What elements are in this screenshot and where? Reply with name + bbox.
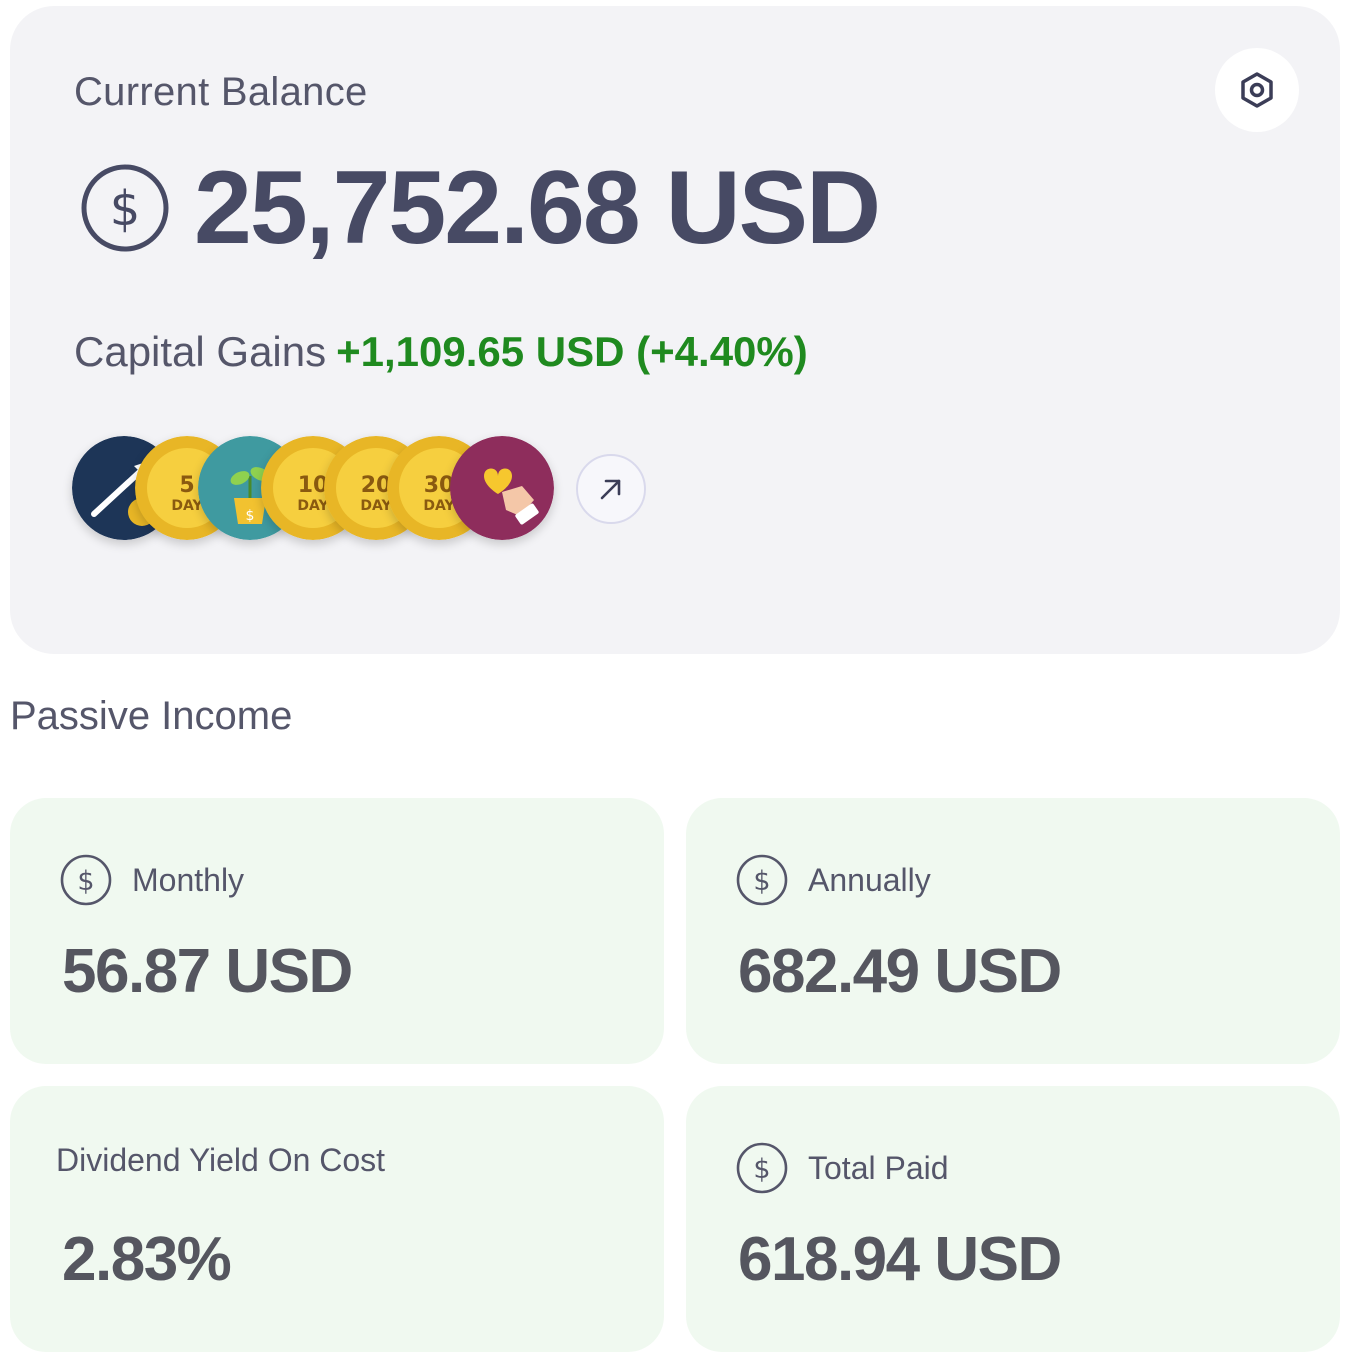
capital-gains-label: Capital Gains — [74, 328, 327, 375]
yield-card: Dividend Yield On Cost 2.83% — [10, 1086, 664, 1352]
yield-label: Dividend Yield On Cost — [56, 1142, 386, 1178]
dollar-circle-icon: $ — [736, 1142, 788, 1194]
current-balance-label: Current Balance — [74, 70, 368, 114]
total-paid-card: $ Total Paid 618.94 USD — [686, 1086, 1340, 1352]
annually-label: Annually — [808, 861, 931, 898]
balance-amount: 25,752.68 USD — [194, 150, 881, 266]
monthly-value: 56.87 USD — [62, 937, 353, 1006]
heart-hand-badge[interactable] — [450, 436, 554, 540]
total-paid-header: $ Total Paid — [736, 1142, 949, 1194]
capital-gains-value: +1,109.65 USD (+4.40%) — [336, 328, 808, 375]
passive-income-title: Passive Income — [10, 694, 293, 738]
monthly-card: $ Monthly 56.87 USD — [10, 798, 664, 1064]
heart-hand-icon — [450, 436, 554, 540]
monthly-label: Monthly — [132, 861, 245, 898]
settings-button[interactable] — [1215, 48, 1299, 132]
view-all-badges-button[interactable] — [576, 454, 646, 524]
dollar-circle-icon: $ — [60, 854, 112, 906]
yield-value: 2.83% — [62, 1225, 232, 1294]
achievement-badges: 5 DAY $ 10 DAY 20 DAY 30 DAY — [72, 436, 572, 546]
annually-card: $ Annually 682.49 USD — [686, 798, 1340, 1064]
dollar-circle-icon: $ — [81, 164, 169, 252]
arrow-up-right-icon — [600, 479, 621, 500]
settings-hex-icon — [1241, 72, 1273, 108]
svg-text:$: $ — [110, 181, 141, 237]
svg-text:$: $ — [77, 866, 94, 897]
annually-header: $ Annually — [736, 854, 931, 906]
badge-number: 5 — [179, 473, 194, 498]
total-paid-value: 618.94 USD — [738, 1225, 1062, 1294]
total-paid-label: Total Paid — [808, 1149, 949, 1186]
dollar-circle-icon: $ — [736, 854, 788, 906]
svg-text:$: $ — [753, 866, 770, 897]
annually-value: 682.49 USD — [738, 937, 1062, 1006]
yield-header: Dividend Yield On Cost — [56, 1142, 385, 1179]
balance-card: Current Balance $ 25,752.68 USD Capital … — [10, 6, 1340, 654]
balance-row: $ 25,752.68 USD — [80, 150, 881, 266]
svg-text:$: $ — [246, 508, 255, 524]
capital-gains: Capital Gains +1,109.65 USD (+4.40%) — [74, 328, 808, 376]
svg-text:$: $ — [753, 1154, 770, 1185]
monthly-header: $ Monthly — [60, 854, 244, 906]
